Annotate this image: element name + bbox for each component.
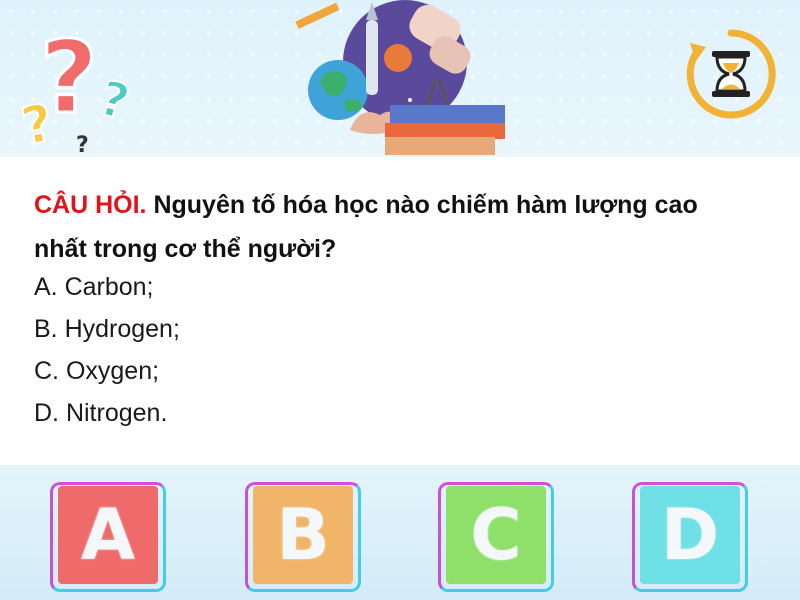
answer-letter-a: A xyxy=(58,486,158,584)
hourglass-timer-icon xyxy=(686,29,776,119)
question-prefix: CÂU HỎI. xyxy=(34,191,147,219)
answer-button-d[interactable]: D xyxy=(632,482,748,592)
svg-text:?: ? xyxy=(76,133,89,157)
svg-text:?: ? xyxy=(94,70,135,131)
answer-letter-b: B xyxy=(253,486,353,584)
science-illustration-icon xyxy=(295,0,505,155)
answer-letter-d: D xyxy=(640,486,740,584)
question-marks-icon: ? ? ? ? xyxy=(20,18,136,158)
answer-button-a[interactable]: A xyxy=(50,482,166,592)
option-a: A. Carbon; xyxy=(34,273,154,301)
question-text: CÂU HỎI. Nguyên tố hóa học nào chiếm hàm… xyxy=(34,183,754,271)
option-b: B. Hydrogen; xyxy=(34,315,180,343)
option-d: D. Nitrogen. xyxy=(34,399,168,427)
question-panel: CÂU HỎI. Nguyên tố hóa học nào chiếm hàm… xyxy=(0,157,800,465)
option-c: C. Oxygen; xyxy=(34,357,160,385)
answer-button-b[interactable]: B xyxy=(245,482,361,592)
answer-button-c[interactable]: C xyxy=(438,482,554,592)
answer-letter-c: C xyxy=(446,486,546,584)
header-banner: ? ? ? ? xyxy=(0,0,800,157)
